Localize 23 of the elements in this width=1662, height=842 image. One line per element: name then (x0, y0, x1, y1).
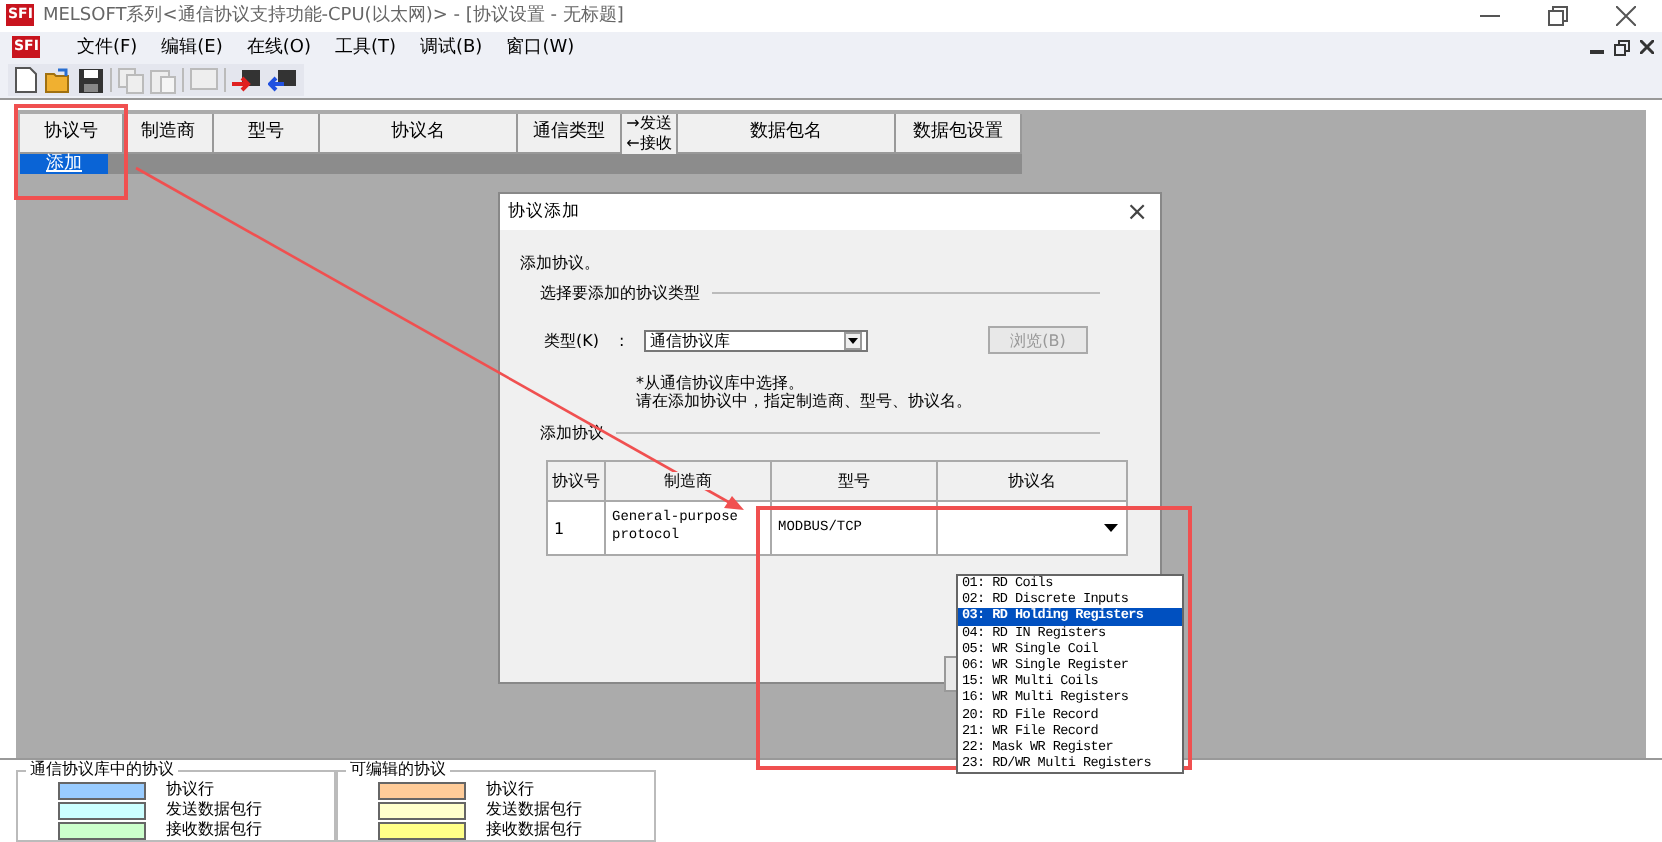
hint-text: 请在添加协议中，指定制造商、型号、协议名。 (634, 392, 974, 410)
type-label: 类型(K) (544, 329, 599, 351)
column-header: 协议号 (550, 471, 602, 489)
legend-label: 接收数据包行 (486, 820, 582, 841)
legend-label: 发送数据包行 (166, 800, 262, 821)
hint-text: *从通信协议库中选择。 (634, 374, 806, 392)
intro-text: 添加协议。 (520, 252, 602, 274)
column-header: 型号 (836, 471, 872, 489)
legend-label: 协议行 (486, 780, 534, 801)
column-header: →发送 (626, 114, 672, 135)
section-heading: 选择要添加的协议类型 (540, 282, 700, 304)
colon-text: : (619, 331, 625, 349)
window-title: MELSOFT系列<通信协议支持功能-CPU(以太网)> - [协议设置 - 无标题] (42, 3, 626, 29)
column-header: 制造商 (662, 471, 714, 489)
legend-label: 发送数据包行 (486, 800, 582, 821)
legend-label: 接收数据包行 (166, 820, 262, 841)
dialog-title: 协议添加 (508, 200, 580, 224)
legend-label: 协议行 (166, 780, 214, 801)
column-header: 协议名 (1006, 471, 1058, 489)
legend-title: 通信协议库中的协议 (28, 760, 176, 781)
column-header: ←接收 (626, 134, 672, 155)
legend-title: 可编辑的协议 (348, 760, 448, 781)
table-cell: 1 (547, 501, 605, 555)
